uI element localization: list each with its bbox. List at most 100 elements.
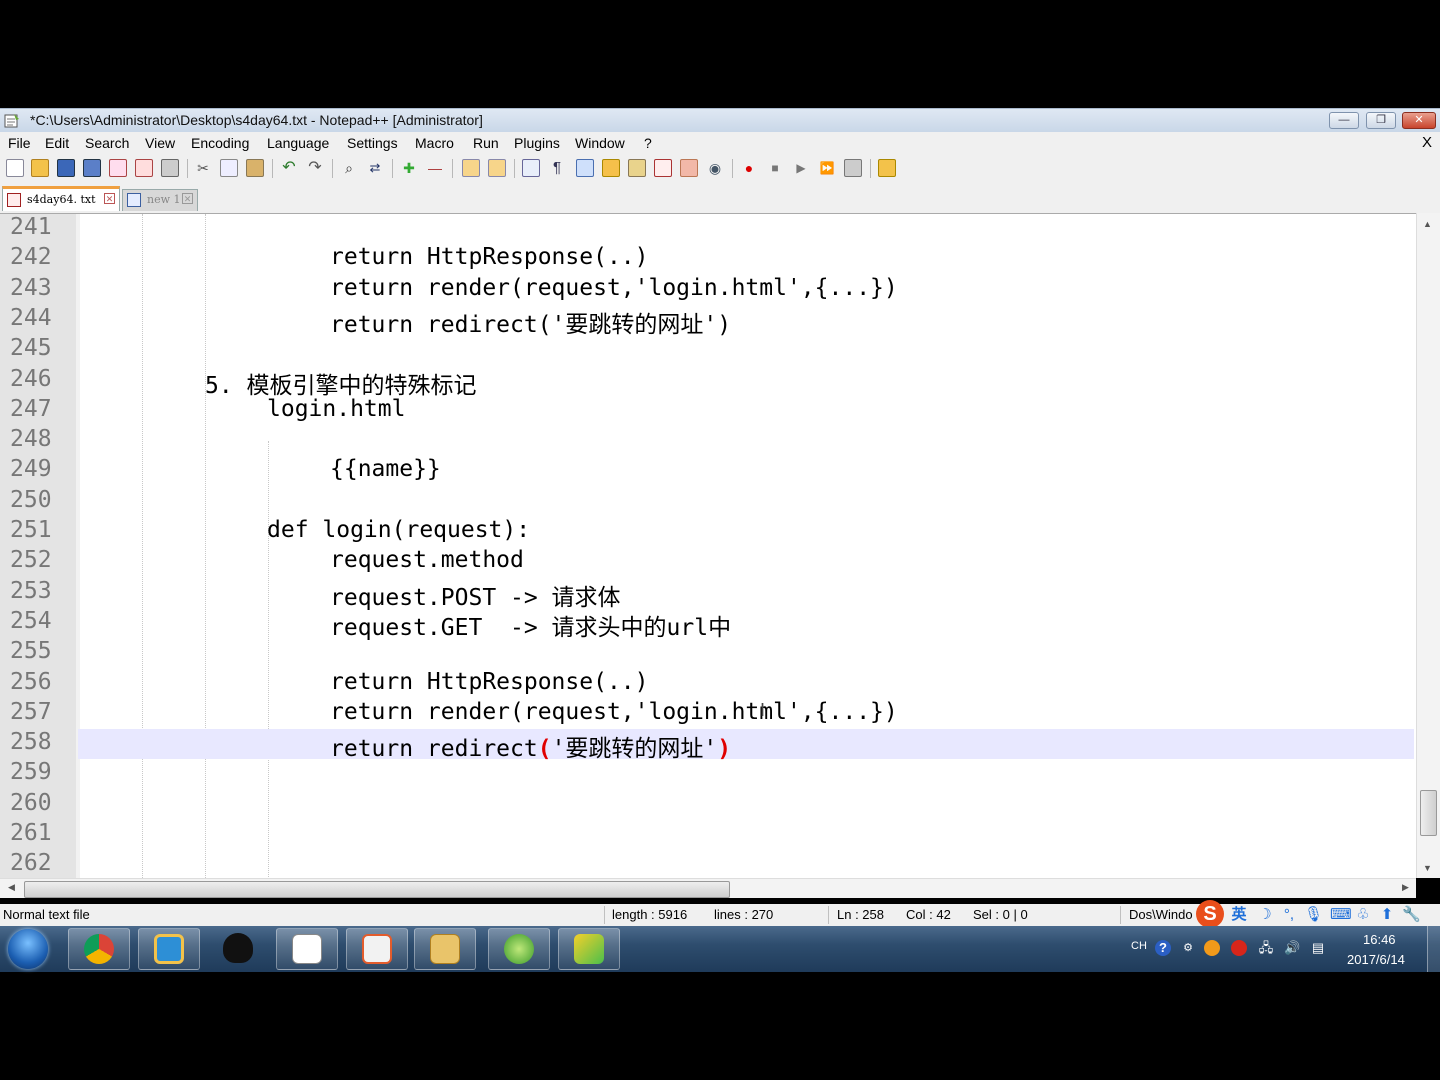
upload-icon[interactable]: ⬆ xyxy=(1378,906,1396,924)
zoom-out-icon[interactable]: — xyxy=(426,159,444,177)
punctuation-icon[interactable]: °, xyxy=(1280,906,1298,924)
menu-search[interactable]: Search xyxy=(85,135,129,151)
code-text: return HttpResponse(..) xyxy=(330,668,649,695)
scroll-right-icon[interactable]: ▶ xyxy=(1402,882,1409,893)
stop-macro-icon[interactable]: ■ xyxy=(766,159,784,177)
cut-icon[interactable]: ✂ xyxy=(194,159,212,177)
taskbar-pycharm[interactable] xyxy=(558,928,620,970)
redo-icon[interactable]: ↷ xyxy=(306,159,324,177)
sync-vertical-icon[interactable] xyxy=(462,159,480,177)
horizontal-scrollbar[interactable]: ◀ ▶ xyxy=(0,878,1416,898)
taskbar-explorer[interactable] xyxy=(138,928,200,970)
sync-horizontal-icon[interactable] xyxy=(488,159,506,177)
help-icon[interactable]: ? xyxy=(1155,940,1171,956)
code-line: 256 return HttpResponse(..) xyxy=(0,669,1416,699)
function-list-icon[interactable] xyxy=(654,159,672,177)
start-button[interactable] xyxy=(8,929,48,969)
menu-run[interactable]: Run xyxy=(473,135,499,151)
menu-edit[interactable]: Edit xyxy=(45,135,69,151)
paste-icon[interactable] xyxy=(246,159,264,177)
qq-icon xyxy=(223,933,253,963)
menu-file[interactable]: File xyxy=(8,135,31,151)
orange-app-icon[interactable] xyxy=(1204,940,1220,956)
taskbar: CH ? ⚙ 🖧 🔊 ▤ 16:46 2017/6/14 xyxy=(0,926,1440,972)
menu-view[interactable]: View xyxy=(145,135,175,151)
menu-help[interactable]: ? xyxy=(644,135,652,151)
save-icon[interactable] xyxy=(57,159,75,177)
show-desktop-button[interactable] xyxy=(1427,926,1440,972)
keyboard-icon[interactable]: ⌨ xyxy=(1330,906,1352,924)
status-line-number: Ln : 258 xyxy=(837,907,884,922)
half-width-moon-icon[interactable]: ☽ xyxy=(1256,906,1274,924)
indent-guide-icon[interactable] xyxy=(576,159,594,177)
taskbar-python[interactable] xyxy=(488,928,550,970)
taskbar-chrome[interactable] xyxy=(68,928,130,970)
close-document-icon[interactable]: X xyxy=(1422,134,1432,151)
vertical-scroll-thumb[interactable] xyxy=(1420,790,1437,836)
scroll-up-icon[interactable]: ▲ xyxy=(1423,219,1432,229)
plugin-icon[interactable] xyxy=(878,159,896,177)
sogou-ime-logo-icon[interactable]: S xyxy=(1196,900,1224,928)
menu-plugins[interactable]: Plugins xyxy=(514,135,560,151)
word-wrap-icon[interactable] xyxy=(522,159,540,177)
network-icon[interactable]: 🖧 xyxy=(1258,940,1274,956)
play-macro-icon[interactable]: ▶ xyxy=(792,159,810,177)
line-number: 247 xyxy=(10,395,52,422)
minimize-button[interactable]: — xyxy=(1329,112,1359,129)
clock-date[interactable]: 2017/6/14 xyxy=(1347,952,1405,967)
action-center-icon[interactable]: ▤ xyxy=(1310,940,1326,956)
skin-icon[interactable]: ♧ xyxy=(1354,906,1372,924)
volume-icon[interactable]: 🔊 xyxy=(1284,940,1300,956)
scroll-left-icon[interactable]: ◀ xyxy=(8,882,15,893)
document-map-icon[interactable] xyxy=(628,159,646,177)
show-all-characters-icon[interactable]: ¶ xyxy=(548,159,566,177)
menu-encoding[interactable]: Encoding xyxy=(191,135,249,151)
ime-language-mode[interactable]: 英 xyxy=(1230,906,1248,924)
menu-macro[interactable]: Macro xyxy=(415,135,454,151)
run-macro-multiple-icon[interactable]: ⏩ xyxy=(818,159,836,177)
vertical-scrollbar[interactable]: ▲ ▼ xyxy=(1416,213,1440,878)
ime-settings-icon[interactable]: ⚙ xyxy=(1180,940,1196,956)
print-icon[interactable] xyxy=(161,159,179,177)
close-file-icon[interactable] xyxy=(109,159,127,177)
zoom-in-icon[interactable]: ✚ xyxy=(400,159,418,177)
menu-language[interactable]: Language xyxy=(267,135,329,151)
menu-settings[interactable]: Settings xyxy=(347,135,398,151)
taskbar-qq[interactable] xyxy=(208,928,270,970)
close-tab-icon[interactable]: ✕ xyxy=(104,193,115,204)
save-macro-icon[interactable] xyxy=(844,159,862,177)
replace-icon[interactable]: ⇄ xyxy=(366,159,384,177)
tab-new-1[interactable]: new 1 ✕ xyxy=(122,189,198,211)
taskbar-notepadpp[interactable] xyxy=(276,928,338,970)
folder-as-workspace-icon[interactable] xyxy=(680,159,698,177)
notepadpp-app-icon[interactable] xyxy=(4,113,20,128)
taskbar-powerpoint[interactable] xyxy=(346,928,408,970)
red-app-icon[interactable] xyxy=(1231,940,1247,956)
new-file-icon[interactable] xyxy=(6,159,24,177)
undo-icon[interactable]: ↶ xyxy=(280,159,298,177)
horizontal-scroll-thumb[interactable] xyxy=(24,881,730,898)
microphone-icon[interactable]: 🎙 xyxy=(1304,906,1323,924)
open-file-icon[interactable] xyxy=(31,159,49,177)
close-button[interactable]: ✕ xyxy=(1402,112,1436,129)
save-all-icon[interactable] xyxy=(83,159,101,177)
scroll-down-icon[interactable]: ▼ xyxy=(1423,863,1432,873)
find-icon[interactable]: ⌕ xyxy=(340,159,358,177)
tab-s4day64[interactable]: s4day64. txt ✕ xyxy=(2,186,120,211)
close-tab-icon[interactable]: ✕ xyxy=(182,193,193,204)
clock-time[interactable]: 16:46 xyxy=(1363,932,1396,947)
close-all-icon[interactable] xyxy=(135,159,153,177)
editor-area[interactable]: 241 242 return HttpResponse(..) 243 retu… xyxy=(0,213,1440,878)
wrench-icon[interactable]: 🔧 xyxy=(1402,906,1421,924)
line-number: 256 xyxy=(10,668,52,695)
code-line: 254 request.GET -> 请求头中的url中 xyxy=(0,608,1416,641)
brace-match-close: ) xyxy=(717,736,732,763)
tray-language[interactable]: CH xyxy=(1131,940,1147,952)
menu-window[interactable]: Window xyxy=(575,135,625,151)
monitoring-icon[interactable]: ◉ xyxy=(706,159,724,177)
user-define-language-icon[interactable] xyxy=(602,159,620,177)
maximize-button[interactable]: ❐ xyxy=(1366,112,1396,129)
record-macro-icon[interactable]: ● xyxy=(740,159,758,177)
copy-icon[interactable] xyxy=(220,159,238,177)
taskbar-folder[interactable] xyxy=(414,928,476,970)
